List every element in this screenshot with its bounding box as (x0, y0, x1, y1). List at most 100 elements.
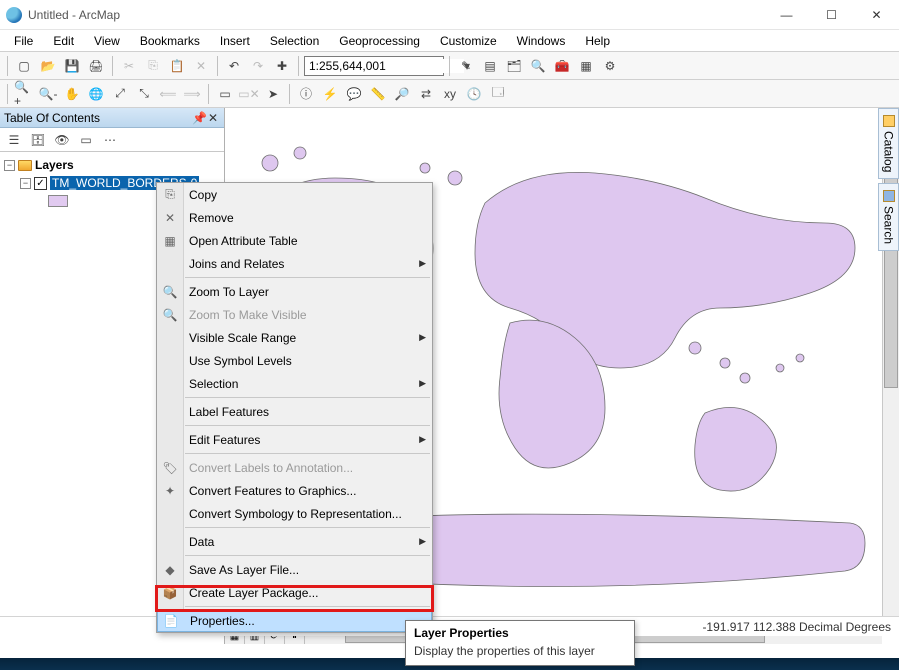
menu-insert[interactable]: Insert (212, 32, 258, 50)
select-features-button[interactable]: ▭ (214, 83, 236, 105)
ctx-edit-features[interactable]: Edit Features▶ (157, 428, 432, 451)
menu-windows[interactable]: Windows (509, 32, 574, 50)
ctx-item-label: Joins and Relates (189, 257, 284, 271)
tree-root-row[interactable]: − Layers (2, 156, 222, 174)
search-button[interactable]: 🔍 (527, 55, 549, 77)
ctx-properties[interactable]: 📄Properties... (157, 609, 432, 632)
submenu-arrow-icon: ▶ (419, 258, 426, 269)
ctx-open-attribute-table[interactable]: ▦Open Attribute Table (157, 229, 432, 252)
window-title: Untitled - ArcMap (28, 8, 764, 22)
catalog-tab[interactable]: Catalog (878, 108, 899, 179)
ctx-remove[interactable]: ✕Remove (157, 206, 432, 229)
ctx-separator (185, 606, 430, 607)
catalog-button[interactable]: 🗂 (503, 55, 525, 77)
fixed-zoom-out-button[interactable]: ⤡ (133, 83, 155, 105)
menu-selection[interactable]: Selection (262, 32, 327, 50)
symbol-swatch[interactable] (48, 195, 68, 207)
new-doc-button[interactable]: ▢ (13, 55, 35, 77)
cut-button[interactable]: ✂ (118, 55, 140, 77)
ctx-separator (185, 277, 430, 278)
maximize-button[interactable]: ☐ (809, 0, 854, 30)
find-route-button[interactable]: ⇄ (415, 83, 437, 105)
hyperlink-button[interactable]: ⚡ (319, 83, 341, 105)
measure-button[interactable]: 📏 (367, 83, 389, 105)
menu-geoprocessing[interactable]: Geoprocessing (331, 32, 428, 50)
zoom-icon: 🔍 (162, 284, 178, 300)
scale-combo[interactable]: ▾ (304, 56, 444, 76)
open-button[interactable]: 📂 (37, 55, 59, 77)
ctx-item-label: Data (189, 535, 214, 549)
ctx-data[interactable]: Data▶ (157, 530, 432, 553)
ctx-joins-and-relates[interactable]: Joins and Relates ▶ (157, 252, 432, 275)
find-button[interactable]: 🔎 (391, 83, 413, 105)
editor-toolbar-button[interactable]: ✎ (455, 55, 477, 77)
list-by-visibility-button[interactable]: 👁 (51, 129, 73, 151)
delete-button[interactable]: ✕ (190, 55, 212, 77)
ctx-convert-features-to-graphics[interactable]: ✦Convert Features to Graphics... (157, 479, 432, 502)
forward-extent-button[interactable]: ⟹ (181, 83, 203, 105)
html-popup-button[interactable]: 💬 (343, 83, 365, 105)
full-extent-button[interactable]: 🌐 (85, 83, 107, 105)
print-button[interactable]: 🖨 (85, 55, 107, 77)
menu-customize[interactable]: Customize (432, 32, 505, 50)
clear-selection-button[interactable]: ▭✕ (238, 83, 260, 105)
select-elements-button[interactable]: ➤ (262, 83, 284, 105)
pan-button[interactable]: ✋ (61, 83, 83, 105)
ctx-create-layer-package[interactable]: 📦Create Layer Package... (157, 581, 432, 604)
ctx-item-label: Visible Scale Range (189, 331, 296, 345)
prop-icon: 📄 (163, 613, 179, 629)
paste-button[interactable]: 📋 (166, 55, 188, 77)
zoom-in-button[interactable]: 🔍+ (13, 83, 35, 105)
identify-button[interactable]: ⓘ (295, 83, 317, 105)
menu-view[interactable]: View (86, 32, 128, 50)
search-tab[interactable]: Search (878, 183, 899, 251)
create-viewer-button[interactable]: 🗔 (487, 83, 509, 105)
ctx-selection[interactable]: Selection▶ (157, 372, 432, 395)
menu-bookmarks[interactable]: Bookmarks (132, 32, 208, 50)
ctx-zoom-to-layer[interactable]: 🔍Zoom To Layer (157, 280, 432, 303)
close-button[interactable]: ✕ (854, 0, 899, 30)
time-slider-button[interactable]: 🕓 (463, 83, 485, 105)
copy-button[interactable]: ⎘ (142, 55, 164, 77)
toc-button[interactable]: ▤ (479, 55, 501, 77)
zoom-out-button[interactable]: 🔍- (37, 83, 59, 105)
collapse-icon[interactable]: − (20, 178, 31, 189)
ctx-use-symbol-levels[interactable]: Use Symbol Levels (157, 349, 432, 372)
python-button[interactable]: ▦ (575, 55, 597, 77)
menu-edit[interactable]: Edit (45, 32, 82, 50)
search-icon (883, 190, 895, 202)
pin-icon[interactable]: 📌 (192, 111, 206, 125)
minimize-button[interactable]: — (764, 0, 809, 30)
scale-input[interactable] (309, 59, 464, 73)
tools-toolbar: 🔍+ 🔍- ✋ 🌐 ⤢ ⤡ ⟸ ⟹ ▭ ▭✕ ➤ ⓘ ⚡ 💬 📏 🔎 ⇄ xy … (0, 80, 899, 108)
ctx-copy[interactable]: ⎘Copy (157, 183, 432, 206)
close-panel-icon[interactable]: ✕ (206, 111, 220, 125)
ctx-label-features[interactable]: Label Features (157, 400, 432, 423)
ctx-save-as-layer-file[interactable]: ◆Save As Layer File... (157, 558, 432, 581)
go-to-xy-button[interactable]: xy (439, 83, 461, 105)
arc-toolbox-button[interactable]: 🧰 (551, 55, 573, 77)
tooltip: Layer Properties Display the properties … (405, 620, 635, 666)
redo-button[interactable]: ↷ (247, 55, 269, 77)
menu-help[interactable]: Help (577, 32, 618, 50)
layers-root-label: Layers (35, 158, 74, 172)
ctx-visible-scale-range[interactable]: Visible Scale Range▶ (157, 326, 432, 349)
list-by-source-button[interactable]: 🗄 (27, 129, 49, 151)
fixed-zoom-in-button[interactable]: ⤢ (109, 83, 131, 105)
model-builder-button[interactable]: ⚙ (599, 55, 621, 77)
table-icon: ▦ (162, 233, 178, 249)
menu-file[interactable]: File (6, 32, 41, 50)
list-by-selection-button[interactable]: ▭ (75, 129, 97, 151)
collapse-icon[interactable]: − (4, 160, 15, 171)
ctx-convert-symbology-to-representation[interactable]: Convert Symbology to Representation... (157, 502, 432, 525)
add-data-button[interactable]: ✚ (271, 55, 293, 77)
save-button[interactable]: 💾 (61, 55, 83, 77)
layer-visibility-checkbox[interactable]: ✓ (34, 177, 47, 190)
remove-icon: ✕ (162, 210, 178, 226)
back-extent-button[interactable]: ⟸ (157, 83, 179, 105)
list-by-drawing-order-button[interactable]: ☰ (3, 129, 25, 151)
side-tabs: Catalog Search (878, 108, 899, 251)
options-button[interactable]: ⋯ (99, 129, 121, 151)
undo-button[interactable]: ↶ (223, 55, 245, 77)
ctx-item-label: Save As Layer File... (189, 563, 299, 577)
